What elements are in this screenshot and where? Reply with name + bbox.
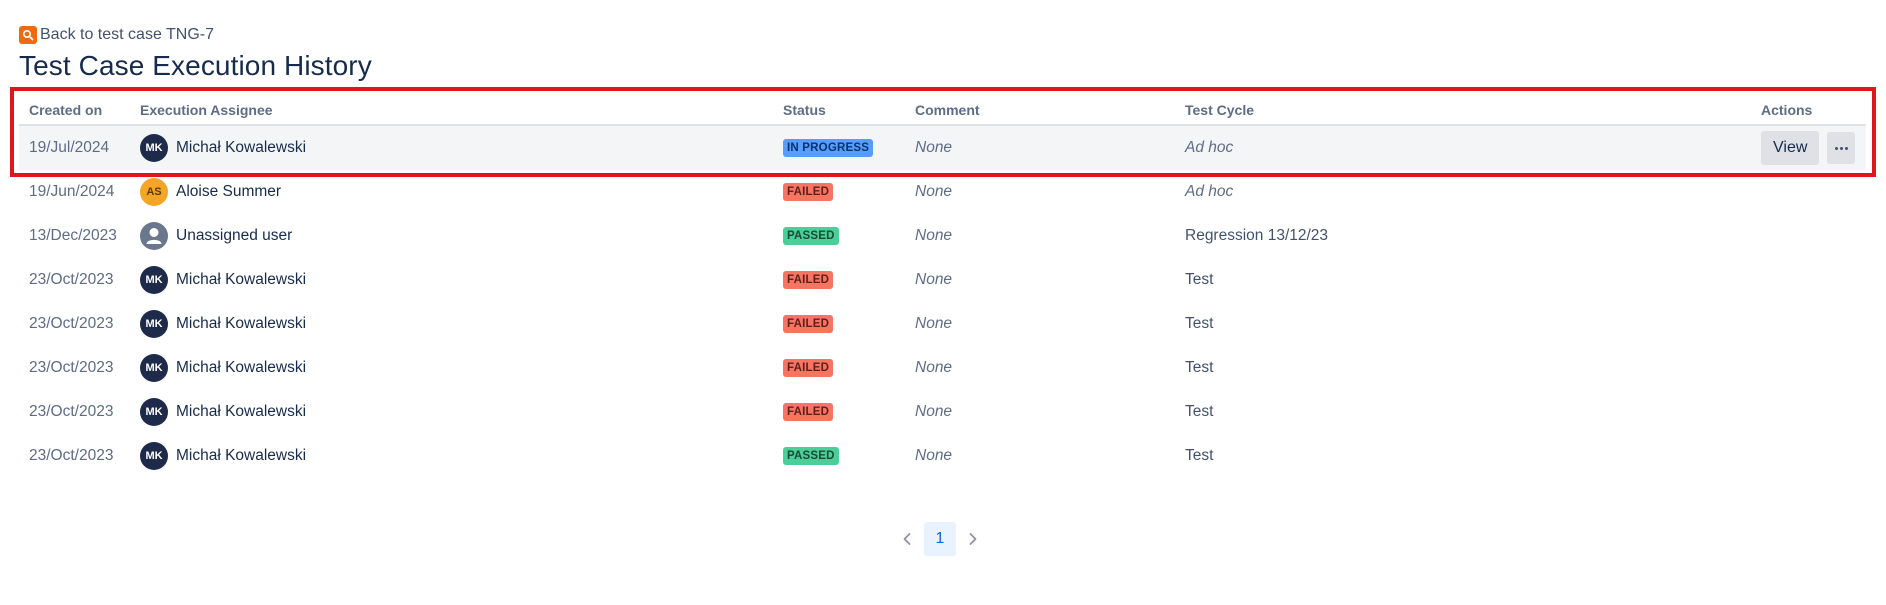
- test-cycle: Test: [1185, 315, 1214, 332]
- chevron-left-icon[interactable]: [896, 522, 918, 556]
- assignee-name: Michał Kowalewski: [176, 315, 307, 332]
- avatar: MK: [140, 398, 168, 426]
- table-row[interactable]: 23/Oct/2023 MK Michał Kowalewski PASSED …: [19, 434, 1866, 478]
- table-row[interactable]: 19/Jun/2024 AS Aloise Summer FAILED None…: [19, 170, 1866, 214]
- status-cell: PASSED: [783, 434, 839, 478]
- avatar: MK: [140, 354, 168, 382]
- test-cycle: Regression 13/12/23: [1185, 227, 1329, 244]
- status-badge: PASSED: [783, 227, 839, 245]
- assignee-cell: MK Michał Kowalewski: [140, 390, 306, 434]
- status-badge: FAILED: [783, 183, 834, 201]
- assignee-name: Michał Kowalewski: [176, 403, 307, 420]
- assignee-cell: MK Michał Kowalewski: [140, 434, 306, 478]
- table-row[interactable]: 13/Dec/2023 Unassigned user PASSED None …: [19, 214, 1866, 258]
- avatar: MK: [140, 442, 168, 470]
- assignee-cell: MK Michał Kowalewski: [140, 346, 306, 390]
- search-icon: [19, 26, 37, 44]
- assignee-name: Michał Kowalewski: [176, 139, 307, 156]
- column-header-actions: Actions: [1761, 102, 1813, 118]
- assignee-name: Unassigned user: [176, 227, 293, 244]
- table-row[interactable]: 23/Oct/2023 MK Michał Kowalewski FAILED …: [19, 346, 1866, 390]
- row-actions: View: [1761, 126, 1856, 170]
- created-on: 23/Oct/2023: [29, 403, 114, 420]
- column-header-created-on[interactable]: Created on: [29, 96, 102, 124]
- test-cycle: Test: [1185, 271, 1214, 288]
- avatar: MK: [140, 266, 168, 294]
- page-title: Test Case Execution History: [19, 50, 372, 81]
- status-cell: FAILED: [783, 302, 834, 346]
- comment: None: [915, 315, 953, 332]
- assignee-cell: MK Michał Kowalewski: [140, 302, 306, 346]
- status-badge: IN PROGRESS: [783, 139, 874, 157]
- assignee-name: Michał Kowalewski: [176, 447, 307, 464]
- test-cycle: Ad hoc: [1185, 183, 1234, 200]
- status-badge: FAILED: [783, 271, 834, 289]
- comment: None: [915, 359, 953, 376]
- table-row[interactable]: 23/Oct/2023 MK Michał Kowalewski FAILED …: [19, 390, 1866, 434]
- test-cycle: Test: [1185, 403, 1214, 420]
- status-badge: FAILED: [783, 403, 834, 421]
- pagination-page-current[interactable]: 1: [924, 522, 956, 556]
- created-on: 19/Jun/2024: [29, 183, 115, 200]
- assignee-cell: MK Michał Kowalewski: [140, 258, 306, 302]
- status-cell: PASSED: [783, 214, 839, 258]
- comment: None: [915, 227, 953, 244]
- created-on: 23/Oct/2023: [29, 447, 114, 464]
- assignee-cell: AS Aloise Summer: [140, 170, 281, 214]
- created-on: 23/Oct/2023: [29, 359, 114, 376]
- unassigned-user-icon: [140, 222, 168, 250]
- avatar: AS: [140, 178, 168, 206]
- created-on: 23/Oct/2023: [29, 315, 114, 332]
- created-on: 13/Dec/2023: [29, 227, 117, 244]
- assignee-cell: MK Michał Kowalewski: [140, 126, 306, 170]
- test-cycle: Ad hoc: [1185, 139, 1234, 156]
- table-row[interactable]: 23/Oct/2023 MK Michał Kowalewski FAILED …: [19, 258, 1866, 302]
- comment: None: [915, 271, 953, 288]
- status-badge: FAILED: [783, 315, 834, 333]
- status-cell: FAILED: [783, 170, 834, 214]
- assignee-name: Michał Kowalewski: [176, 359, 307, 376]
- comment: None: [915, 447, 953, 464]
- view-button[interactable]: View: [1761, 131, 1820, 165]
- assignee-cell: Unassigned user: [140, 214, 292, 258]
- table-row[interactable]: 23/Oct/2023 MK Michał Kowalewski FAILED …: [19, 302, 1866, 346]
- back-link-label: Back to test case TNG-7: [40, 26, 214, 43]
- test-cycle: Test: [1185, 447, 1214, 464]
- comment: None: [915, 403, 953, 420]
- assignee-name: Michał Kowalewski: [176, 271, 307, 288]
- created-on: 19/Jul/2024: [29, 139, 110, 156]
- back-to-test-case-link[interactable]: Back to test case TNG-7: [19, 25, 214, 45]
- status-cell: IN PROGRESS: [783, 126, 874, 170]
- column-header-status[interactable]: Status: [783, 96, 826, 124]
- avatar: MK: [140, 134, 168, 162]
- comment: None: [915, 139, 953, 156]
- created-on: 23/Oct/2023: [29, 271, 114, 288]
- table-header: Created on Execution Assignee Status Com…: [19, 96, 1866, 126]
- column-header-test-cycle[interactable]: Test Cycle: [1185, 96, 1254, 124]
- test-cycle: Test: [1185, 359, 1214, 376]
- pagination: 1: [896, 522, 984, 556]
- table-row[interactable]: 19/Jul/2024 MK Michał Kowalewski IN PROG…: [19, 126, 1866, 170]
- more-actions-button[interactable]: [1827, 132, 1856, 164]
- status-cell: FAILED: [783, 390, 834, 434]
- status-cell: FAILED: [783, 346, 834, 390]
- more-horizontal-icon: [1834, 146, 1848, 150]
- status-badge: PASSED: [783, 447, 839, 465]
- avatar: MK: [140, 310, 168, 338]
- status-badge: FAILED: [783, 359, 834, 377]
- comment: None: [915, 183, 953, 200]
- chevron-right-icon[interactable]: [962, 522, 984, 556]
- status-cell: FAILED: [783, 258, 834, 302]
- column-header-execution-assignee[interactable]: Execution Assignee: [140, 96, 273, 124]
- assignee-name: Aloise Summer: [176, 183, 282, 200]
- execution-history-table: Created on Execution Assignee Status Com…: [19, 96, 1866, 478]
- column-header-comment[interactable]: Comment: [915, 96, 980, 124]
